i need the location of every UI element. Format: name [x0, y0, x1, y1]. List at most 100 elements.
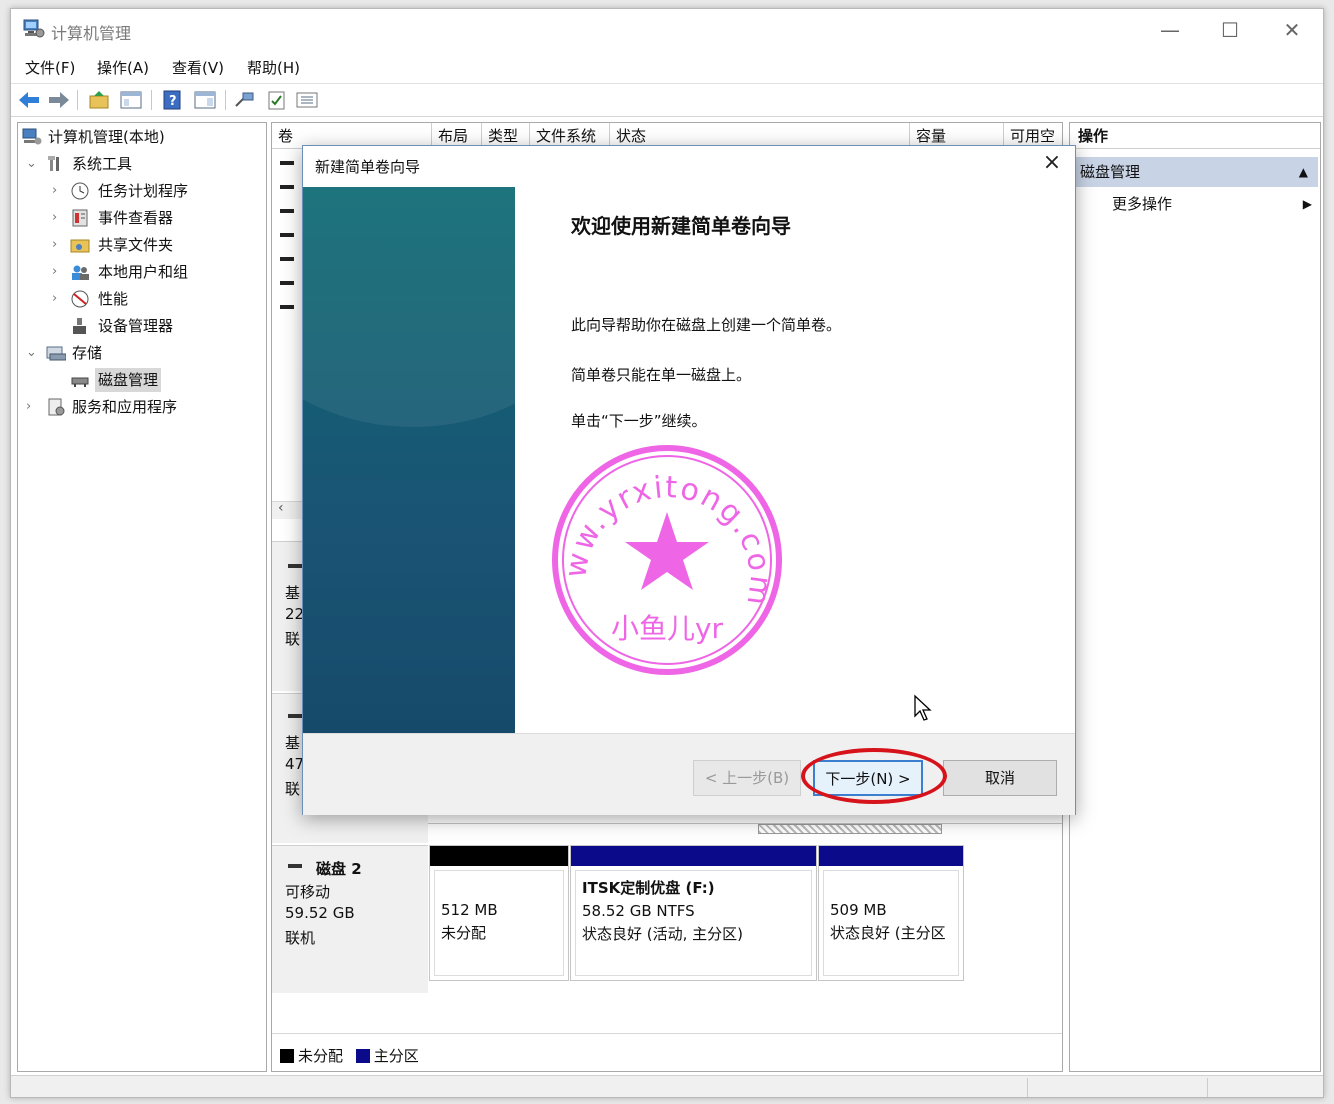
- tools-icon: [48, 156, 59, 171]
- navigation-tree: 计算机管理(本地) ⌄ 系统工具 › 任务计划程序 › 事件查看器 › 共享文件…: [17, 122, 267, 1072]
- partition-color-bar: [819, 846, 963, 866]
- properties-pane-icon[interactable]: [193, 89, 217, 111]
- next-button-highlight-ring: [801, 748, 947, 804]
- volume-icon[interactable]: [280, 161, 294, 165]
- mouse-cursor-icon: [914, 694, 932, 721]
- up-folder-icon[interactable]: [87, 89, 111, 111]
- services-icon: [48, 398, 65, 416]
- volume-icon[interactable]: [280, 305, 294, 309]
- partition-body: 512 MB 未分配: [434, 870, 564, 976]
- chevron-right-icon[interactable]: ›: [26, 395, 40, 419]
- check-icon[interactable]: [265, 89, 289, 111]
- more-actions-item[interactable]: 更多操作: [1112, 189, 1172, 219]
- chevron-down-icon[interactable]: ⌄: [26, 152, 40, 176]
- wizard-title: 新建简单卷向导: [315, 158, 421, 176]
- actions-section-disk-management[interactable]: 磁盘管理 ▲: [1072, 157, 1318, 187]
- wizard-heading: 欢迎使用新建简单卷向导: [571, 214, 791, 238]
- legend-label-primary: 主分区: [373, 1047, 419, 1065]
- svg-text:?: ?: [169, 94, 177, 109]
- tree-label-performance: 性能: [98, 290, 129, 308]
- cancel-button[interactable]: 取消: [943, 760, 1057, 796]
- volume-icon[interactable]: [280, 233, 294, 237]
- menu-file[interactable]: 文件(F): [25, 57, 75, 78]
- chevron-right-icon[interactable]: ›: [52, 206, 66, 230]
- disk-2-size: 59.52 GB: [285, 904, 355, 922]
- tree-label-root: 计算机管理(本地): [48, 128, 165, 146]
- tree-label-local-users: 本地用户和组: [98, 263, 189, 281]
- legend-swatch-unallocated: [280, 1049, 294, 1063]
- disk-2-status: 联机: [285, 929, 316, 947]
- disk-icon: [288, 714, 302, 718]
- disk-2-label[interactable]: 磁盘 2 可移动 59.52 GB 联机: [272, 845, 428, 993]
- partition-color-bar: [571, 846, 816, 866]
- wizard-close-icon[interactable]: ×: [1039, 150, 1065, 176]
- forward-arrow-icon[interactable]: [47, 89, 71, 111]
- connect-icon[interactable]: [233, 89, 257, 111]
- back-arrow-icon[interactable]: [17, 89, 41, 111]
- legend-label-unallocated: 未分配: [298, 1047, 344, 1065]
- wizard-footer: < 上一步(B) 下一步(N) > 取消: [303, 733, 1075, 815]
- chevron-right-icon[interactable]: ›: [52, 260, 66, 284]
- tree-label-services-apps: 服务和应用程序: [72, 398, 178, 416]
- tree-label-device-manager: 设备管理器: [98, 317, 174, 335]
- watermark-bottom-text: 小鱼儿yr: [611, 612, 724, 645]
- partition-body: 509 MB 状态良好 (主分区: [823, 870, 959, 976]
- legend-swatch-primary: [355, 1049, 370, 1063]
- clock-icon: [71, 182, 89, 200]
- device-manager-icon: [73, 318, 86, 334]
- partition-hatched[interactable]: [758, 824, 942, 834]
- disk-1-partition-strip: [428, 823, 1062, 839]
- partition-body: ITSK定制优盘 (F:) 58.52 GB NTFS 状态良好 (活动, 主分…: [575, 870, 812, 976]
- shared-folder-icon: [70, 239, 90, 253]
- disk-icon: [288, 564, 302, 568]
- scroll-left-icon[interactable]: ‹: [278, 500, 284, 516]
- watermark-stamp: www.yrxitong.com 小鱼儿yr: [549, 442, 782, 675]
- menu-view[interactable]: 查看(V): [172, 57, 224, 78]
- menu-bar: 文件(F) 操作(A) 查看(V) 帮助(H): [11, 53, 1323, 81]
- new-simple-volume-wizard: 新建简单卷向导 × 欢迎使用新建简单卷向导 此向导帮助你在磁盘上创建一个简单卷。…: [302, 145, 1076, 815]
- menu-action[interactable]: 操作(A): [97, 57, 149, 78]
- users-icon: [72, 265, 89, 280]
- chevron-right-icon[interactable]: ›: [52, 233, 66, 257]
- partition-primary-509[interactable]: 509 MB 状态良好 (主分区: [818, 845, 964, 981]
- event-log-icon: [72, 209, 88, 227]
- disk-0-type: 基: [285, 584, 301, 602]
- collapse-triangle-icon[interactable]: ▲: [1299, 157, 1308, 187]
- computer-management-icon: [23, 19, 45, 38]
- minimize-button[interactable]: —: [1147, 15, 1193, 45]
- maximize-button[interactable]: ☐: [1207, 15, 1253, 45]
- volume-icon[interactable]: [280, 281, 294, 285]
- disk-2-name: 磁盘 2: [316, 860, 362, 878]
- chevron-down-icon[interactable]: ⌄: [26, 341, 40, 365]
- close-button[interactable]: ✕: [1269, 15, 1315, 45]
- wizard-text-1: 此向导帮助你在磁盘上创建一个简单卷。: [571, 316, 842, 334]
- status-bar: [11, 1075, 1323, 1097]
- submenu-arrow-icon[interactable]: ▶: [1303, 189, 1312, 219]
- tree-label-task-scheduler: 任务计划程序: [98, 182, 189, 200]
- chevron-right-icon[interactable]: ›: [52, 179, 66, 203]
- actions-header: 操作: [1070, 123, 1320, 149]
- disk-icon: [288, 864, 302, 868]
- help-icon[interactable]: ?: [161, 89, 185, 111]
- tree-label-shared-folders: 共享文件夹: [98, 236, 174, 254]
- menu-help[interactable]: 帮助(H): [247, 57, 300, 78]
- partition-unallocated[interactable]: 512 MB 未分配: [429, 845, 569, 981]
- disk-management-icon: [71, 377, 89, 387]
- actions-pane: 操作 磁盘管理 ▲ 更多操作 ▶: [1069, 122, 1321, 1072]
- partition-itsk-f[interactable]: ITSK定制优盘 (F:) 58.52 GB NTFS 状态良好 (活动, 主分…: [570, 845, 817, 981]
- chevron-right-icon[interactable]: ›: [52, 287, 66, 311]
- volume-icon[interactable]: [280, 209, 294, 213]
- back-button[interactable]: < 上一步(B): [693, 760, 801, 796]
- volume-icon[interactable]: [280, 257, 294, 261]
- toolbar: ?: [11, 83, 1323, 117]
- performance-icon: [71, 290, 89, 308]
- computer-icon: [22, 128, 42, 145]
- actions-section-label: 磁盘管理: [1080, 163, 1141, 181]
- list-view-icon[interactable]: [295, 89, 319, 111]
- partition-size-fs: 58.52 GB NTFS: [582, 902, 695, 920]
- tree-label-storage: 存储: [72, 344, 103, 362]
- title-bar: 计算机管理 — ☐ ✕: [11, 9, 1323, 51]
- star-icon: [625, 512, 709, 590]
- volume-icon[interactable]: [280, 185, 294, 189]
- show-hide-tree-icon[interactable]: [119, 89, 143, 111]
